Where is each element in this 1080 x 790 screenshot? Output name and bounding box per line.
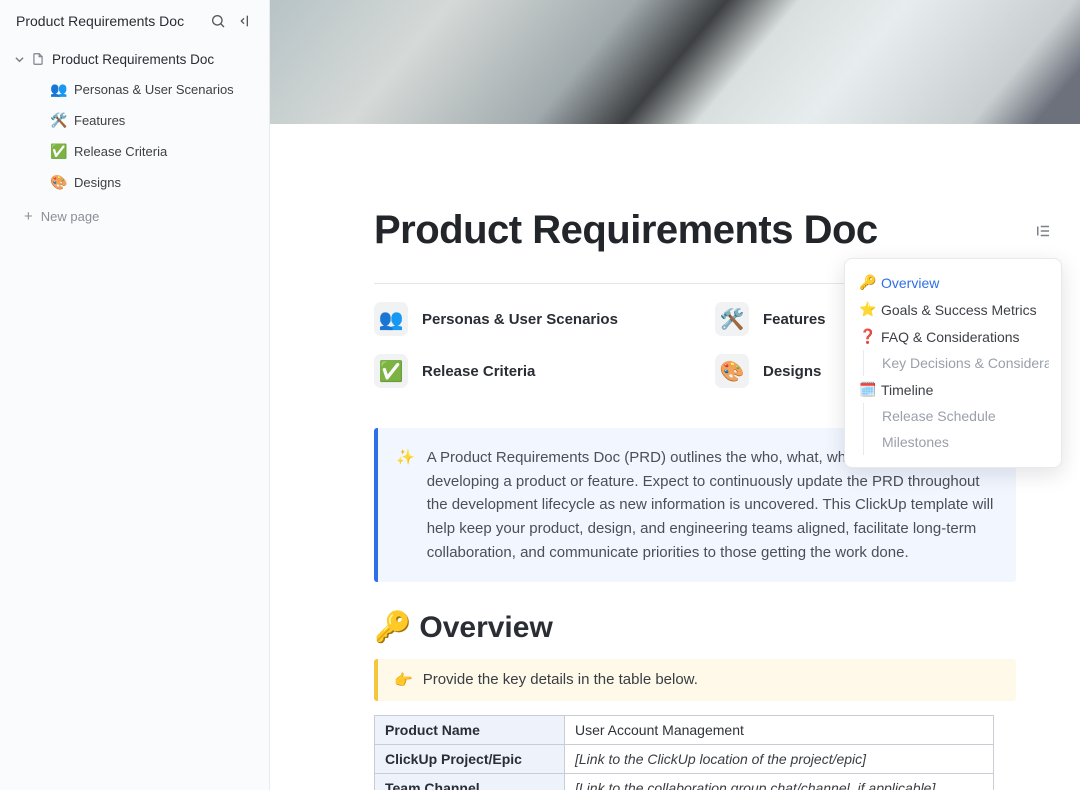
sidebar-header: Product Requirements Doc <box>0 0 269 44</box>
table-row[interactable]: ClickUp Project/Epic [Link to the ClickU… <box>375 745 994 774</box>
toc-item-label: Overview <box>881 275 939 291</box>
new-page-button[interactable]: + New page <box>0 198 269 235</box>
card-emoji: 👥 <box>379 307 404 332</box>
card-emoji: ✅ <box>379 359 404 384</box>
card-emoji: 🛠️ <box>720 307 745 332</box>
table-key: Product Name <box>375 716 565 745</box>
page-title: Product Requirements Doc <box>374 208 1016 253</box>
table-row[interactable]: Team Channel [Link to the collaboration … <box>375 774 994 790</box>
toc-item-label: Release Schedule <box>882 408 996 424</box>
overview-heading-text: Overview <box>419 611 552 645</box>
card-personas[interactable]: 👥 Personas & User Scenarios <box>374 302 675 336</box>
personas-emoji-icon: 👥 <box>50 81 68 98</box>
card-emoji: 🎨 <box>720 359 745 384</box>
personas-card-icon: 👥 <box>374 302 408 336</box>
caret-down-icon <box>14 54 24 64</box>
tree-root[interactable]: Product Requirements Doc <box>8 46 261 72</box>
overview-tip-text: Provide the key details in the table bel… <box>423 671 698 689</box>
tree-child-release[interactable]: ✅ Release Criteria <box>8 138 261 165</box>
release-card-icon: ✅ <box>374 354 408 388</box>
toc-item-label: Key Decisions & Consideratio… <box>882 355 1049 371</box>
card-release[interactable]: ✅ Release Criteria <box>374 354 675 388</box>
tree-child-label: Personas & User Scenarios <box>74 82 234 97</box>
sidebar: Product Requirements Doc Product Require… <box>0 0 270 790</box>
tree-child-features[interactable]: 🛠️ Features <box>8 107 261 134</box>
sidebar-title: Product Requirements Doc <box>16 13 184 29</box>
toc-item-release-schedule[interactable]: Release Schedule <box>863 403 1049 429</box>
card-label: Designs <box>763 363 821 380</box>
toc-item-timeline[interactable]: 🗓️ Timeline <box>857 376 1049 403</box>
document-icon <box>30 51 46 67</box>
tree-root-label: Product Requirements Doc <box>52 52 214 67</box>
tree-child-designs[interactable]: 🎨 Designs <box>8 169 261 196</box>
table-val: [Link to the ClickUp location of the pro… <box>565 745 994 774</box>
table-key: ClickUp Project/Epic <box>375 745 565 774</box>
toc-item-label: Goals & Success Metrics <box>881 302 1037 318</box>
tree-child-label: Features <box>74 113 125 128</box>
sparkles-icon: ✨ <box>396 446 415 564</box>
collapse-sidebar-icon[interactable] <box>237 12 255 30</box>
point-right-icon: 👉 <box>394 671 413 689</box>
toc-popover: 🔑 Overview ⭐ Goals & Success Metrics ❓ F… <box>844 258 1062 468</box>
table-val: User Account Management <box>565 716 994 745</box>
overview-heading: 🔑 Overview <box>374 610 1016 645</box>
features-card-icon: 🛠️ <box>715 302 749 336</box>
card-label: Release Criteria <box>422 363 535 380</box>
toc-item-label: Timeline <box>881 382 933 398</box>
toc-item-overview[interactable]: 🔑 Overview <box>857 269 1049 296</box>
card-label: Personas & User Scenarios <box>422 311 618 328</box>
toc-star-icon: ⭐ <box>859 301 875 318</box>
features-emoji-icon: 🛠️ <box>50 112 68 129</box>
page-tree: Product Requirements Doc 👥 Personas & Us… <box>0 44 269 198</box>
tree-child-personas[interactable]: 👥 Personas & User Scenarios <box>8 76 261 103</box>
toc-item-faq[interactable]: ❓ FAQ & Considerations <box>857 323 1049 350</box>
toc-key-icon: 🔑 <box>859 274 875 291</box>
toc-item-label: Milestones <box>882 434 949 450</box>
table-val: [Link to the collaboration group chat/ch… <box>565 774 994 790</box>
tree-child-label: Release Criteria <box>74 144 167 159</box>
toc-toggle-icon[interactable] <box>1030 218 1056 244</box>
new-page-label: New page <box>41 209 100 224</box>
main-area: Product Requirements Doc 👥 Personas & Us… <box>270 0 1080 790</box>
card-label: Features <box>763 311 826 328</box>
toc-item-goals[interactable]: ⭐ Goals & Success Metrics <box>857 296 1049 323</box>
toc-item-milestones[interactable]: Milestones <box>863 429 1049 455</box>
search-icon[interactable] <box>209 12 227 30</box>
designs-emoji-icon: 🎨 <box>50 174 68 191</box>
toc-item-decisions[interactable]: Key Decisions & Consideratio… <box>863 350 1049 376</box>
key-icon: 🔑 <box>374 610 411 645</box>
cover-image <box>270 0 1080 124</box>
overview-table: Product Name User Account Management Cli… <box>374 715 994 790</box>
plus-icon: + <box>24 208 33 225</box>
table-key: Team Channel <box>375 774 565 790</box>
tree-child-label: Designs <box>74 175 121 190</box>
toc-question-icon: ❓ <box>859 328 875 345</box>
table-row[interactable]: Product Name User Account Management <box>375 716 994 745</box>
designs-card-icon: 🎨 <box>715 354 749 388</box>
toc-calendar-icon: 🗓️ <box>859 381 875 398</box>
release-emoji-icon: ✅ <box>50 143 68 160</box>
overview-tip: 👉 Provide the key details in the table b… <box>374 659 1016 701</box>
toc-item-label: FAQ & Considerations <box>881 329 1020 345</box>
